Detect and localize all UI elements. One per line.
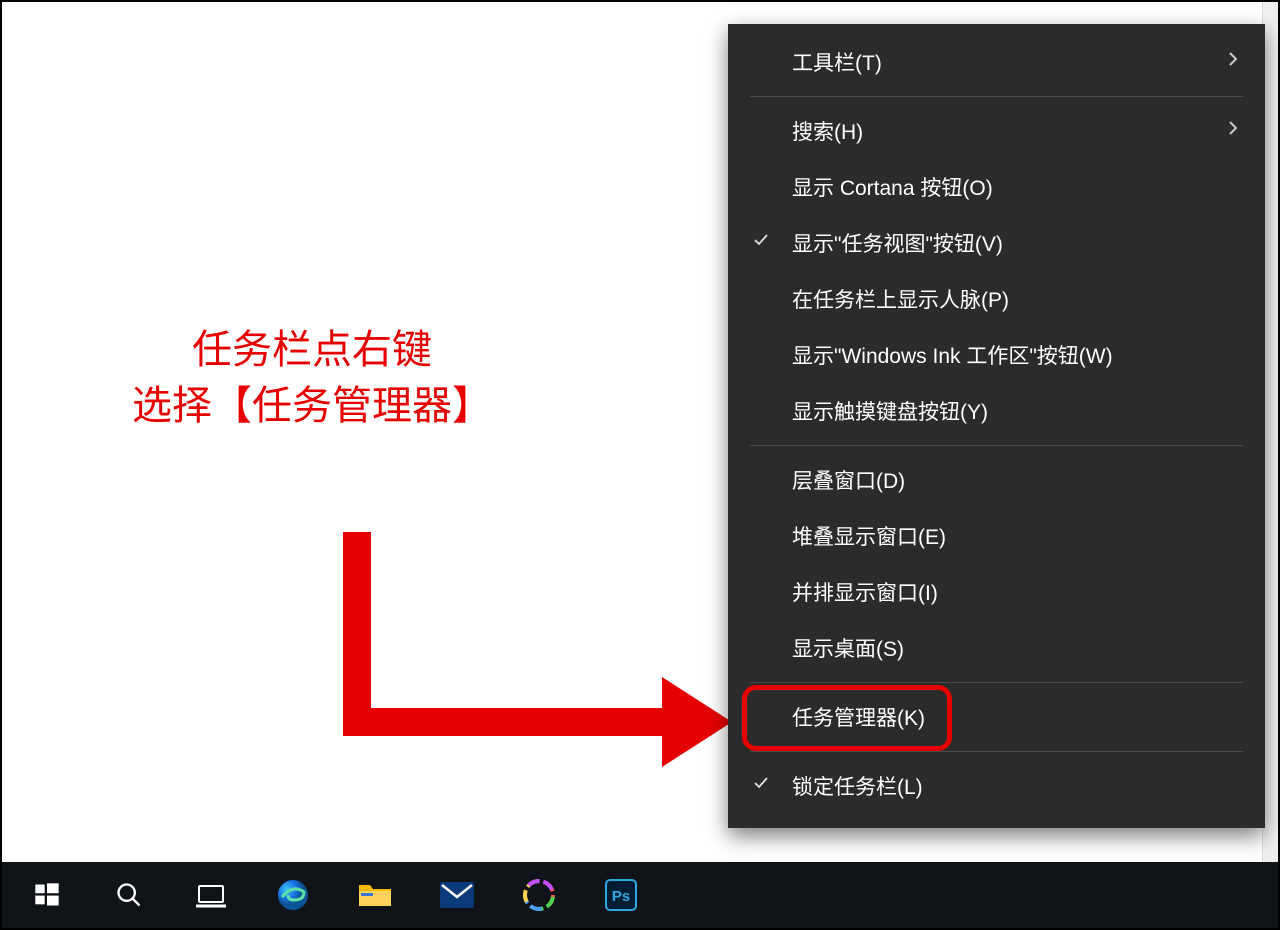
menu-item-3[interactable]: 显示 Cortana 按钮(O)	[728, 159, 1265, 215]
menu-item-label: 锁定任务栏(L)	[792, 771, 923, 801]
menu-item-label: 堆叠显示窗口(E)	[792, 521, 946, 551]
menu-item-label: 层叠窗口(D)	[792, 465, 905, 495]
media-button[interactable]	[498, 862, 580, 928]
folder-icon	[357, 880, 393, 910]
check-icon	[752, 231, 770, 255]
menu-item-label: 搜索(H)	[792, 116, 863, 146]
menu-item-14[interactable]: 任务管理器(K)	[728, 689, 1265, 745]
menu-item-11[interactable]: 并排显示窗口(I)	[728, 564, 1265, 620]
mail-icon	[439, 881, 475, 909]
menu-item-label: 显示桌面(S)	[792, 633, 904, 663]
search-button[interactable]	[88, 862, 170, 928]
edge-icon	[276, 878, 310, 912]
instruction-line-1: 任务栏点右键	[132, 322, 492, 378]
edge-button[interactable]	[252, 862, 334, 928]
menu-item-16[interactable]: 锁定任务栏(L)	[728, 758, 1265, 814]
svg-text:Ps: Ps	[612, 888, 630, 905]
menu-item-label: 工具栏(T)	[792, 47, 882, 77]
taskbar-context-menu: 工具栏(T) 搜索(H) 显示 Cortana 按钮(O) 显示"任务视图"按钮(V)…	[728, 24, 1265, 828]
chevron-right-icon	[1227, 119, 1239, 143]
check-icon	[752, 774, 770, 798]
menu-item-label: 显示 Cortana 按钮(O)	[792, 172, 993, 202]
menu-item-2[interactable]: 搜索(H)	[728, 103, 1265, 159]
desktop: 任务栏点右键 选择【任务管理器】 工具栏(T) 搜索(H) 显示 Cortana 按…	[2, 2, 1278, 864]
photoshop-button[interactable]: Ps	[580, 862, 662, 928]
menu-item-10[interactable]: 堆叠显示窗口(E)	[728, 508, 1265, 564]
menu-item-5[interactable]: 在任务栏上显示人脉(P)	[728, 271, 1265, 327]
search-icon	[115, 881, 143, 909]
menu-item-label: 显示触摸键盘按钮(Y)	[792, 396, 988, 426]
menu-item-9[interactable]: 层叠窗口(D)	[728, 452, 1265, 508]
mail-button[interactable]	[416, 862, 498, 928]
start-button[interactable]	[6, 862, 88, 928]
menu-item-label: 任务管理器(K)	[792, 702, 925, 732]
instruction-line-2: 选择【任务管理器】	[132, 378, 492, 434]
menu-item-7[interactable]: 显示触摸键盘按钮(Y)	[728, 383, 1265, 439]
taskview-icon	[196, 882, 226, 908]
menu-item-4[interactable]: 显示"任务视图"按钮(V)	[728, 215, 1265, 271]
explorer-button[interactable]	[334, 862, 416, 928]
menu-divider	[750, 445, 1243, 446]
menu-item-0[interactable]: 工具栏(T)	[728, 34, 1265, 90]
ps-icon: Ps	[605, 879, 637, 911]
menu-divider	[750, 682, 1243, 683]
menu-divider	[750, 751, 1243, 752]
menu-item-label: 显示"Windows Ink 工作区"按钮(W)	[792, 340, 1113, 370]
instruction-text: 任务栏点右键 选择【任务管理器】	[132, 322, 492, 434]
swirl-icon	[522, 878, 556, 912]
taskbar[interactable]: Ps	[2, 862, 1278, 928]
menu-item-label: 显示"任务视图"按钮(V)	[792, 228, 1003, 258]
menu-item-label: 并排显示窗口(I)	[792, 577, 938, 607]
taskview-button[interactable]	[170, 862, 252, 928]
windows-icon	[33, 881, 61, 909]
menu-divider	[750, 96, 1243, 97]
instruction-arrow	[332, 532, 732, 792]
menu-item-12[interactable]: 显示桌面(S)	[728, 620, 1265, 676]
chevron-right-icon	[1227, 50, 1239, 74]
menu-item-6[interactable]: 显示"Windows Ink 工作区"按钮(W)	[728, 327, 1265, 383]
menu-item-label: 在任务栏上显示人脉(P)	[792, 284, 1009, 314]
